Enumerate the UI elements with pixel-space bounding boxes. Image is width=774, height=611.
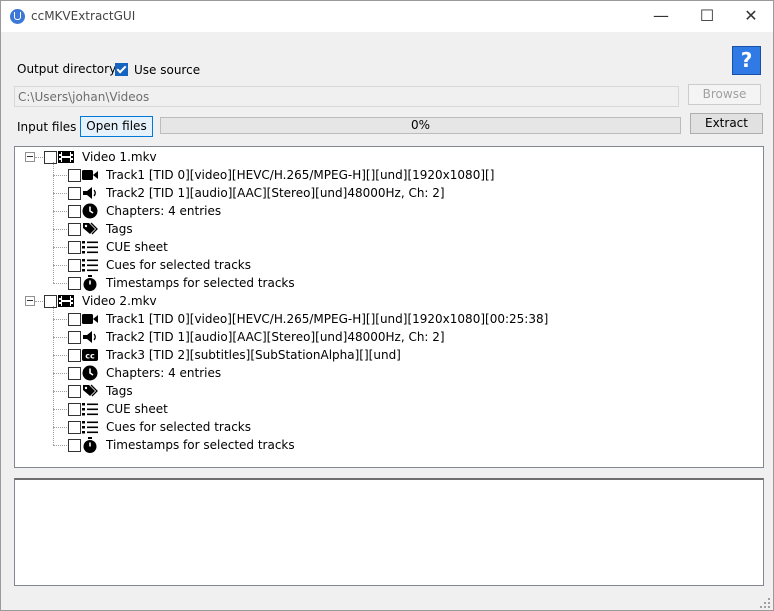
track-label[interactable]: Track1 [TID 0][video][HEVC/H.265/MPEG-H]…	[106, 310, 548, 328]
file-checkbox[interactable]	[44, 151, 57, 164]
tree-connector	[53, 373, 67, 374]
tree-connector	[53, 445, 67, 446]
track-checkbox[interactable]	[68, 241, 81, 254]
tree-connector	[35, 157, 43, 158]
speaker-icon	[83, 187, 96, 199]
list-icon	[82, 403, 98, 416]
tree-connector	[53, 211, 67, 212]
progress-text: 0%	[410, 118, 431, 132]
progress-bar: 0%	[160, 117, 681, 134]
minimize-button[interactable]: —	[638, 1, 684, 32]
svg-text:cc: cc	[85, 352, 95, 361]
film-icon	[58, 151, 74, 163]
track-label[interactable]: Cues for selected tracks	[106, 256, 251, 274]
track-checkbox[interactable]	[68, 187, 81, 200]
track-checkbox[interactable]	[68, 169, 81, 182]
collapse-toggle[interactable]	[25, 152, 35, 162]
track-tree[interactable]: Video 1.mkv Track1 [TID 0][video][HEVC/H.…	[14, 146, 764, 468]
list-icon	[82, 259, 98, 272]
track-label[interactable]: CUE sheet	[106, 400, 168, 418]
track-checkbox[interactable]	[68, 385, 81, 398]
tree-connector	[53, 427, 67, 428]
input-files-label: Input files	[17, 120, 77, 134]
browse-button[interactable]: Browse	[688, 84, 761, 105]
output-path-field[interactable]: C:\Users\johan\Videos	[14, 86, 679, 107]
extract-button[interactable]: Extract	[690, 113, 763, 134]
track-label[interactable]: CUE sheet	[106, 238, 168, 256]
track-label[interactable]: Chapters: 4 entries	[106, 364, 221, 382]
tree-connector	[35, 301, 43, 302]
track-label[interactable]: Track2 [TID 1][audio][AAC][Stereo][und]4…	[106, 184, 445, 202]
track-label[interactable]: Tags	[106, 382, 133, 400]
list-icon	[82, 241, 98, 254]
list-icon	[82, 421, 98, 434]
stopwatch-icon	[83, 437, 97, 453]
help-button[interactable]: ?	[732, 46, 761, 75]
track-label[interactable]: Track3 [TID 2][subtitles][SubStationAlph…	[106, 346, 401, 364]
track-checkbox[interactable]	[68, 367, 81, 380]
track-label[interactable]: Chapters: 4 entries	[106, 202, 221, 220]
use-source-checkbox[interactable]	[115, 63, 128, 76]
tags-icon	[83, 222, 98, 235]
collapse-toggle[interactable]	[25, 296, 35, 306]
file-name[interactable]: Video 2.mkv	[82, 292, 157, 310]
tree-connector	[53, 193, 67, 194]
track-label[interactable]: Track1 [TID 0][video][HEVC/H.265/MPEG-H]…	[106, 166, 494, 184]
main-window: ccMKVExtractGUI — ☐ ✕ ? Output directory…	[0, 0, 774, 611]
track-checkbox[interactable]	[68, 313, 81, 326]
tags-icon	[83, 384, 98, 397]
output-directory-label: Output directory	[17, 62, 117, 76]
maximize-button[interactable]: ☐	[684, 1, 730, 32]
tree-connector	[53, 355, 67, 356]
tree-connector	[53, 283, 67, 284]
track-label[interactable]: Track2 [TID 1][audio][AAC][Stereo][und]4…	[106, 328, 445, 346]
track-checkbox[interactable]	[68, 277, 81, 290]
cc-icon: cc	[82, 349, 98, 361]
tree-connector	[53, 162, 54, 283]
tree-connector	[53, 409, 67, 410]
track-label[interactable]: Cues for selected tracks	[106, 418, 251, 436]
tree-connector	[53, 229, 67, 230]
film-icon	[58, 295, 74, 307]
track-checkbox[interactable]	[68, 349, 81, 362]
track-label[interactable]: Timestamps for selected tracks	[106, 274, 295, 292]
track-label[interactable]: Timestamps for selected tracks	[106, 436, 295, 454]
window-title: ccMKVExtractGUI	[31, 9, 136, 23]
file-checkbox[interactable]	[44, 295, 57, 308]
speaker-icon	[83, 331, 96, 343]
close-button[interactable]: ✕	[728, 1, 774, 32]
track-checkbox[interactable]	[68, 259, 81, 272]
tree-connector	[53, 337, 67, 338]
track-checkbox[interactable]	[68, 421, 81, 434]
track-checkbox[interactable]	[68, 403, 81, 416]
tree-connector	[53, 306, 54, 445]
tree-connector	[53, 391, 67, 392]
track-checkbox[interactable]	[68, 223, 81, 236]
use-source-label[interactable]: Use source	[134, 63, 200, 77]
resize-grip-icon[interactable]	[759, 597, 771, 609]
tree-connector	[53, 319, 67, 320]
video-camera-icon	[82, 314, 98, 324]
track-checkbox[interactable]	[68, 205, 81, 218]
track-checkbox[interactable]	[68, 439, 81, 452]
title-bar[interactable]: ccMKVExtractGUI — ☐ ✕	[1, 1, 773, 32]
track-checkbox[interactable]	[68, 331, 81, 344]
app-icon	[10, 9, 25, 24]
log-panel[interactable]	[14, 478, 764, 586]
stopwatch-icon	[83, 275, 97, 291]
tree-connector	[53, 175, 67, 176]
track-label[interactable]: Tags	[106, 220, 133, 238]
file-name[interactable]: Video 1.mkv	[82, 148, 157, 166]
clock-icon	[82, 365, 98, 381]
clock-icon	[82, 203, 98, 219]
tree-connector	[53, 247, 67, 248]
tree-connector	[53, 265, 67, 266]
open-files-button[interactable]: Open files	[80, 116, 153, 137]
video-camera-icon	[82, 170, 98, 180]
